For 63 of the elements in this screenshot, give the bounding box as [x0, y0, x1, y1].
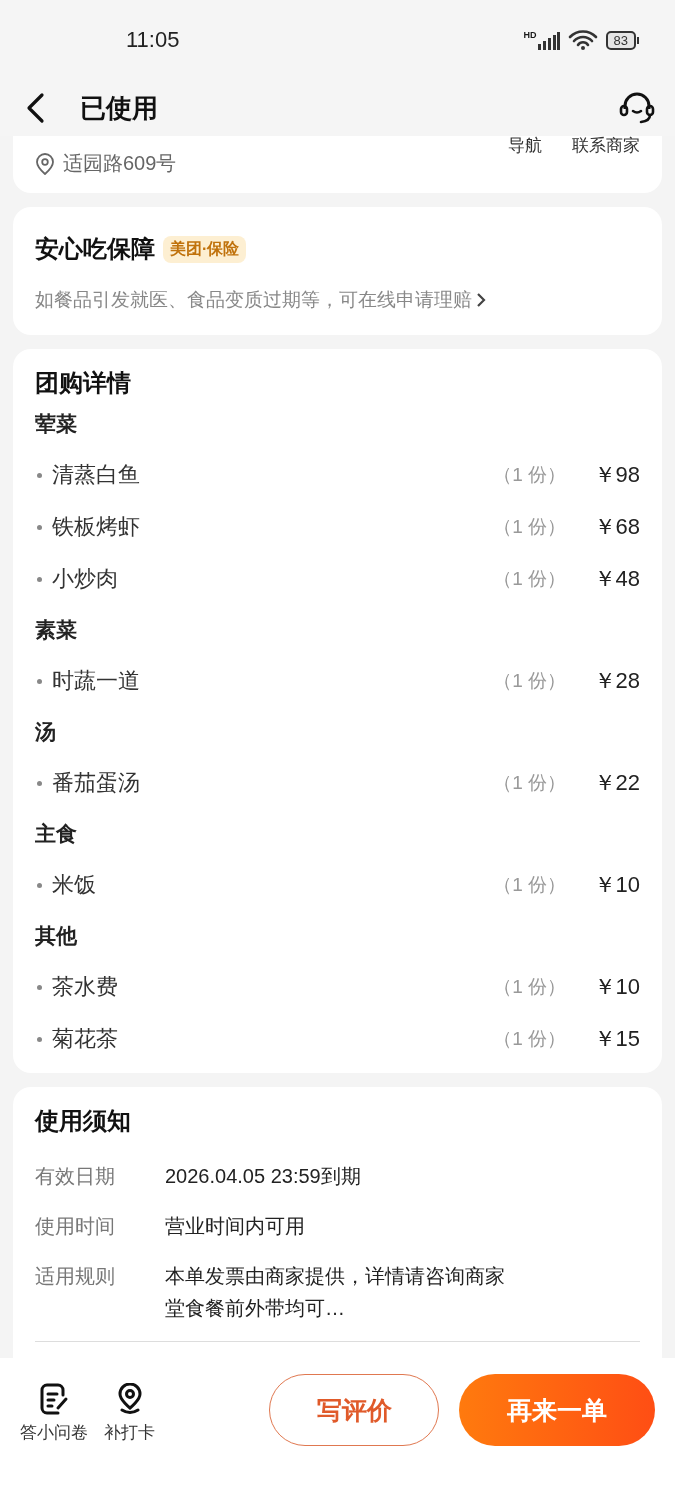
dish-quantity: （1 份）: [493, 975, 566, 999]
notice-value: 堂食餐前外带均可…: [165, 1296, 346, 1321]
dish-price: ￥28: [592, 667, 640, 695]
store-action-link[interactable]: 联系商家: [572, 136, 640, 157]
dish-name: 小炒肉: [52, 565, 119, 593]
dish-name: 茶水费: [52, 973, 119, 1001]
dish-price: ￥68: [592, 513, 640, 541]
location-pin-icon: [35, 152, 55, 175]
section-title: 团购详情: [35, 368, 132, 398]
bullet-icon: [37, 576, 42, 582]
insurance-badge: 美团·保险: [163, 235, 247, 263]
dish-name: 铁板烤虾: [52, 513, 141, 541]
notice-value: 本单发票由商家提供，详情请咨询商家: [165, 1264, 505, 1289]
dish-quantity: （1 份）: [493, 1027, 566, 1051]
clock-time: 11:05: [126, 27, 181, 53]
dish-quantity: （1 份）: [493, 463, 566, 487]
notice-label: 有效日期: [35, 1164, 116, 1189]
dish-price: ￥15: [592, 1025, 640, 1053]
dish-quantity: （1 份）: [493, 515, 566, 539]
dish-price: ￥10: [592, 973, 640, 1001]
category-heading: 素菜: [35, 617, 78, 643]
dish-name: 时蔬一道: [52, 667, 141, 695]
guarantee-description[interactable]: 如餐品引发就医、食品变质过期等，可在线申请理赔: [35, 287, 472, 313]
guarantee-title: 安心吃保障: [35, 234, 155, 264]
bullet-icon: [37, 678, 42, 684]
chevron-right-icon: [476, 292, 486, 308]
notice-label: 适用规则: [35, 1264, 116, 1289]
dish-quantity: （1 份）: [493, 567, 566, 591]
bullet-icon: [37, 1036, 42, 1042]
store-address: 适园路609号: [63, 151, 177, 176]
bullet-icon: [37, 524, 42, 530]
page-title: 已使用: [80, 91, 159, 125]
dish-quantity: （1 份）: [493, 669, 566, 693]
dish-price: ￥98: [592, 461, 640, 489]
review-button[interactable]: 写评价: [269, 1374, 439, 1446]
store-action-link[interactable]: 导航: [508, 136, 542, 157]
dish-price: ￥48: [592, 565, 640, 593]
section-title: 使用须知: [35, 1106, 132, 1136]
dish-name: 菊花茶: [52, 1025, 119, 1053]
battery-icon: 83: [605, 30, 639, 50]
customer-service-button[interactable]: [619, 91, 655, 125]
bullet-icon: [37, 472, 42, 478]
notice-value: 2026.04.05 23:59到期: [165, 1164, 361, 1189]
notice-label: 使用时间: [35, 1214, 116, 1239]
dish-quantity: （1 份）: [493, 771, 566, 795]
dish-name: 清蒸白鱼: [52, 461, 141, 489]
bullet-icon: [37, 984, 42, 990]
shortcut-button[interactable]: 补打卡: [104, 1374, 155, 1444]
bullet-icon: [37, 780, 42, 786]
notice-value: 营业时间内可用: [165, 1214, 305, 1239]
category-heading: 荤菜: [35, 411, 78, 437]
dish-name: 番茄蛋汤: [52, 769, 141, 797]
shortcut-button[interactable]: 答小问卷: [20, 1374, 88, 1444]
dish-name: 米饭: [52, 871, 97, 899]
wifi-icon: [567, 30, 598, 50]
edit-form-icon: [39, 1383, 69, 1415]
category-heading: 主食: [35, 821, 78, 847]
dish-price: ￥10: [592, 871, 640, 899]
bullet-icon: [37, 882, 42, 888]
category-heading: 其他: [35, 923, 78, 949]
dish-price: ￥22: [592, 769, 640, 797]
category-heading: 汤: [35, 719, 57, 745]
dish-quantity: （1 份）: [493, 873, 566, 897]
